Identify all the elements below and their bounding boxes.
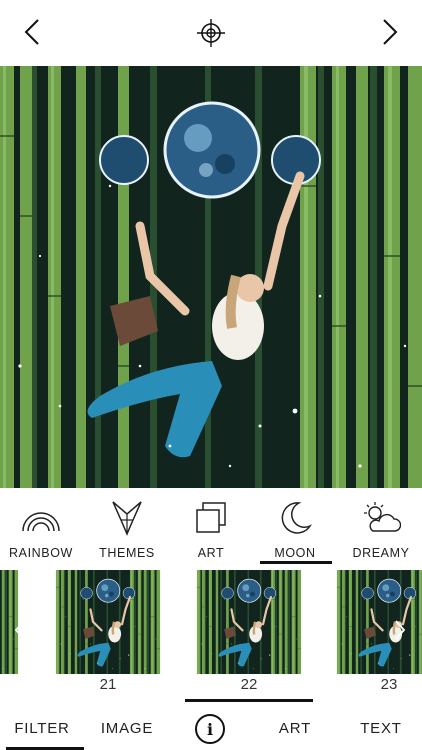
chevron-right-icon <box>383 19 398 45</box>
layers-icon <box>189 496 233 540</box>
category-label: ART <box>197 546 225 560</box>
category-themes[interactable]: THEMES <box>90 488 164 566</box>
sun-cloud-icon <box>359 496 403 540</box>
thumbnail-number: 21 <box>99 676 117 693</box>
main-photo <box>0 66 422 488</box>
category-label: DREAMY <box>352 546 410 560</box>
chevron-right-icon <box>395 620 406 640</box>
main-photo-image <box>0 66 422 488</box>
crescent-moon-icon <box>273 496 317 540</box>
category-art[interactable]: ART <box>174 488 248 566</box>
category-bar: RAINBOW THEMES ART MOON DREAMY <box>0 488 422 566</box>
crosshair-icon <box>197 19 225 47</box>
info-button[interactable]: i <box>195 714 225 744</box>
chevron-left-icon <box>24 19 39 45</box>
back-button[interactable] <box>14 14 50 50</box>
thumbnail-image <box>44 570 172 674</box>
category-label: RAINBOW <box>9 546 73 560</box>
tab-filter[interactable]: FILTER <box>6 706 78 750</box>
tab-art[interactable]: ART <box>270 706 320 750</box>
category-dreamy[interactable]: DREAMY <box>342 488 420 566</box>
thumbnail-21[interactable] <box>44 570 172 674</box>
rainbow-icon <box>19 496 63 540</box>
filter-thumbnails: 21 22 23 <box>0 566 422 706</box>
tab-text[interactable]: TEXT <box>356 706 406 750</box>
selected-thumbnail-indicator <box>185 699 313 702</box>
selected-category-indicator <box>260 561 332 564</box>
thumbnail-number: 22 <box>240 676 258 693</box>
thumbnail-22[interactable] <box>185 570 313 674</box>
forward-button[interactable] <box>372 14 408 50</box>
thumbnail-number: 23 <box>380 676 398 693</box>
category-rainbow[interactable]: RAINBOW <box>4 488 78 566</box>
tab-image[interactable]: IMAGE <box>96 706 158 750</box>
thumbnail-image <box>185 570 313 674</box>
category-moon[interactable]: MOON <box>258 488 332 566</box>
origami-bird-icon <box>105 496 149 540</box>
thumbnails-next-button[interactable] <box>390 616 410 644</box>
bottom-tab-bar: FILTER IMAGE i ART TEXT <box>0 706 422 750</box>
chevron-left-icon <box>14 620 25 640</box>
crosshair-button[interactable] <box>196 18 226 48</box>
category-label: THEMES <box>99 546 155 560</box>
thumbnails-prev-button[interactable] <box>10 616 30 644</box>
info-icon: i <box>206 719 214 739</box>
category-label: MOON <box>274 546 316 560</box>
top-toolbar <box>0 0 422 66</box>
